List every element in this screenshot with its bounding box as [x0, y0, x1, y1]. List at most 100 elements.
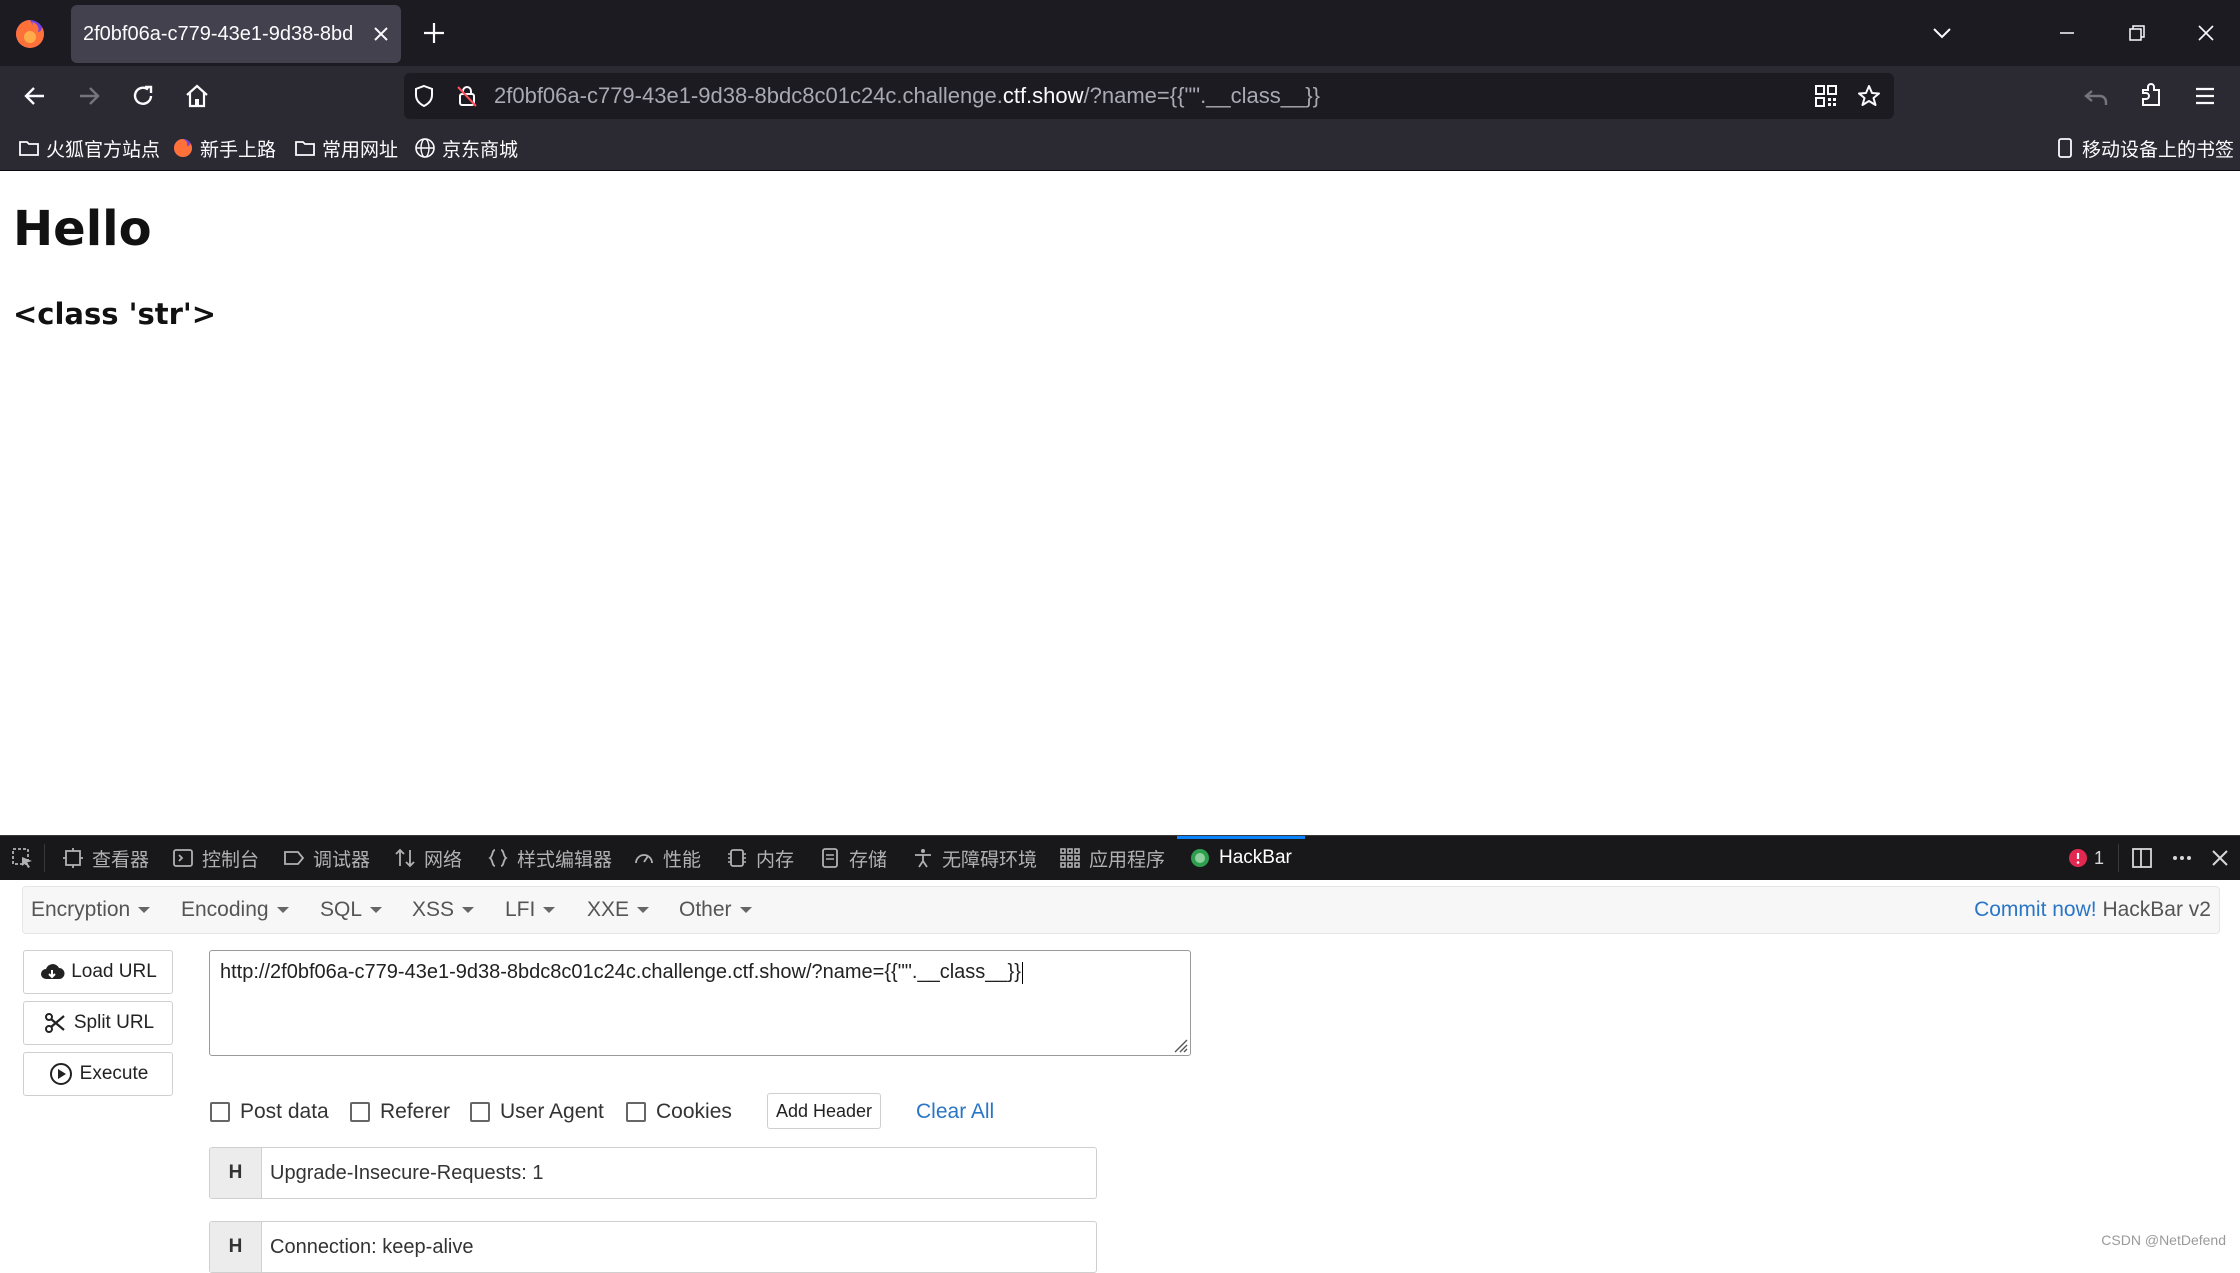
more-options-icon[interactable] [2170, 846, 2194, 870]
mobile-bookmarks-item[interactable]: 移动设备上的书签 [2054, 126, 2234, 170]
menu-label: LFI [505, 898, 536, 921]
checkbox-box[interactable] [210, 1102, 230, 1122]
caret-down-icon [138, 907, 151, 914]
performance-icon [635, 854, 653, 864]
extensions-puzzle-icon[interactable] [2134, 79, 2168, 113]
checkbox-label: Post data [240, 1100, 329, 1123]
toolbar-divider [44, 844, 45, 872]
button-label: Split URL [73, 1012, 155, 1033]
toolbar-divider [2118, 844, 2119, 872]
element-picker-icon[interactable] [10, 846, 36, 870]
url-text[interactable]: 2f0bf06a-c779-43e1-9d38-8bdc8c01c24c.cha… [494, 73, 1320, 119]
tab-memory[interactable]: 内存 [726, 836, 794, 880]
tab-title: 2f0bf06a-c779-43e1-9d38-8bdc8c01c24c.cha… [83, 23, 353, 45]
tab-performance[interactable]: 性能 [633, 836, 701, 880]
referer-checkbox[interactable]: Referer [350, 1097, 450, 1127]
checkbox-box[interactable] [350, 1102, 370, 1122]
firefox-logo-icon[interactable] [14, 18, 46, 50]
bookmark-item[interactable]: 京东商城 [414, 126, 518, 170]
menu-xxe[interactable]: XXE [587, 887, 650, 933]
tab-debugger[interactable]: 调试器 [283, 836, 370, 880]
debugger-icon [284, 851, 305, 865]
post-data-checkbox[interactable]: Post data [210, 1097, 329, 1127]
bookmark-label: 常用网址 [322, 139, 399, 161]
bookmark-item[interactable]: 新手上路 [172, 126, 276, 170]
header-value-input[interactable]: Connection: keep-alive [270, 1222, 473, 1272]
minimize-icon[interactable] [2054, 20, 2080, 46]
cookies-checkbox[interactable]: Cookies [626, 1097, 732, 1127]
template-output: <class 'str'> [13, 297, 217, 331]
hackbar-url-textarea[interactable]: http://2f0bf06a-c779-43e1-9d38-8bdc8c01c… [209, 950, 1191, 1056]
menu-xss[interactable]: XSS [412, 887, 475, 933]
checkbox-label: Cookies [656, 1100, 732, 1123]
error-counter[interactable]: 1 [2068, 846, 2104, 870]
load-url-button[interactable]: Load URL [23, 950, 173, 994]
tab-close-icon[interactable] [371, 24, 391, 44]
bookmark-item[interactable]: 常用网址 [294, 126, 398, 170]
back-arrow-icon[interactable] [18, 79, 52, 113]
forward-arrow-icon[interactable] [72, 79, 106, 113]
bookmark-item[interactable]: 火狐官方站点 [18, 126, 160, 170]
tracking-protection-shield-icon[interactable] [411, 83, 437, 109]
tab-accessibility[interactable]: 无障碍环境 [912, 836, 1037, 880]
execute-button[interactable]: Execute [23, 1052, 173, 1096]
storage-icon [822, 848, 838, 868]
tab-network[interactable]: 网络 [394, 836, 462, 880]
header-row: H Upgrade-Insecure-Requests: 1 [209, 1147, 1097, 1199]
tab-label: 内存 [756, 849, 795, 871]
url-path: /?name={{"".__class__}} [1083, 83, 1320, 108]
undo-history-icon[interactable] [2080, 79, 2114, 113]
page-content: Hello <class 'str'> [0, 171, 2240, 835]
address-bar[interactable]: 2f0bf06a-c779-43e1-9d38-8bdc8c01c24c.cha… [404, 73, 1894, 119]
list-all-tabs-chevron-icon[interactable] [1929, 20, 1955, 46]
menu-label: Encryption [31, 898, 131, 921]
menu-label: Encoding [181, 898, 269, 921]
bookmark-star-icon[interactable] [1856, 83, 1882, 109]
bookmark-label: 京东商城 [442, 139, 519, 161]
tab-bar: 2f0bf06a-c779-43e1-9d38-8bdc8c01c24c.cha… [0, 0, 2240, 66]
hackbar-url-value: http://2f0bf06a-c779-43e1-9d38-8bdc8c01c… [220, 961, 1021, 983]
tab-console[interactable]: 控制台 [172, 836, 259, 880]
hackbar-icon [1191, 849, 1209, 867]
hamburger-menu-icon[interactable] [2188, 79, 2222, 113]
new-tab-plus-icon[interactable] [420, 19, 448, 47]
menu-encoding[interactable]: Encoding [181, 887, 289, 933]
user-agent-checkbox[interactable]: User Agent [470, 1097, 604, 1127]
tab-label: 应用程序 [1089, 849, 1166, 871]
menu-encryption[interactable]: Encryption [31, 887, 151, 933]
tab-application[interactable]: 应用程序 [1059, 836, 1165, 880]
add-header-button[interactable]: Add Header [767, 1093, 881, 1129]
tab-style-editor[interactable]: 样式编辑器 [487, 836, 612, 880]
tab-storage[interactable]: 存储 [819, 836, 887, 880]
qr-code-icon[interactable] [1814, 84, 1838, 108]
close-window-icon[interactable] [2193, 20, 2219, 46]
button-label: Execute [79, 1063, 149, 1084]
dock-side-icon[interactable] [2130, 846, 2154, 870]
header-value-input[interactable]: Upgrade-Insecure-Requests: 1 [270, 1148, 543, 1198]
checkbox-box[interactable] [470, 1102, 490, 1122]
watermark: CSDN @NetDefend [2101, 1232, 2226, 1248]
menu-lfi[interactable]: LFI [505, 887, 556, 933]
restore-icon[interactable] [2124, 20, 2150, 46]
resize-handle-icon[interactable] [1170, 1035, 1188, 1053]
menu-label: SQL [320, 898, 363, 921]
commit-now-link[interactable]: Commit now! [1974, 898, 2097, 921]
network-icon [395, 848, 415, 868]
hackbar-commit: Commit now! HackBar v2 [1974, 887, 2211, 933]
insecure-lock-icon[interactable] [454, 83, 480, 109]
mobile-device-icon [2058, 138, 2072, 158]
close-devtools-icon[interactable] [2208, 846, 2232, 870]
tab-inspector[interactable]: 查看器 [62, 836, 149, 880]
hackbar-panel: Encryption Encoding SQL XSS LFI XXE Othe… [0, 880, 2240, 1273]
tab-label: 查看器 [92, 849, 150, 871]
clear-all-link[interactable]: Clear All [916, 1097, 994, 1127]
tab-hackbar[interactable]: HackBar [1189, 836, 1292, 880]
browser-tab[interactable]: 2f0bf06a-c779-43e1-9d38-8bdc8c01c24c.cha… [71, 5, 401, 63]
checkbox-box[interactable] [626, 1102, 646, 1122]
home-icon[interactable] [180, 79, 214, 113]
split-url-button[interactable]: Split URL [23, 1001, 173, 1045]
menu-other[interactable]: Other [679, 887, 752, 933]
reload-icon[interactable] [126, 79, 160, 113]
tab-label: 样式编辑器 [517, 849, 613, 871]
menu-sql[interactable]: SQL [320, 887, 383, 933]
